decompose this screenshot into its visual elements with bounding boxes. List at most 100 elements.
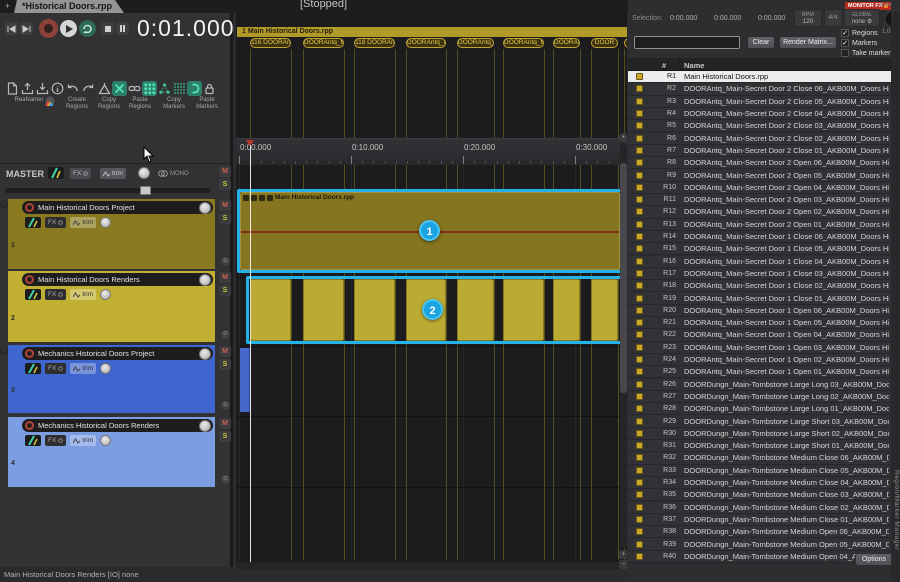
region-row-R1[interactable]: R1 Main Historical Doors.rpp: [628, 71, 891, 83]
region-row-R12[interactable]: R12 DOORAntq_Main-Secret Door 2 Open 02_…: [628, 206, 891, 218]
region-name[interactable]: DOORAntq_Main-Secret Door 1 Open 01_AKB0…: [684, 367, 889, 376]
selection-length[interactable]: 0:00.000: [758, 15, 785, 22]
region-row-R9[interactable]: R9 DOORAntq_Main-Secret Door 2 Open 05_A…: [628, 169, 891, 181]
record-arm-icon[interactable]: [25, 203, 34, 212]
checkbox-regions[interactable]: ✓Regions: [841, 29, 878, 37]
region-name[interactable]: DOORDungn_Main-Tombstone Medium Close 06…: [684, 453, 889, 462]
region-row-R22[interactable]: R22 DOORAntq_Main-Secret Door 1 Open 04_…: [628, 329, 891, 341]
region-name[interactable]: DOORAntq_Main-Secret Door 1 Open 04_AKB0…: [684, 330, 889, 339]
region-row-R3[interactable]: R3 DOORAntq_Main-Secret Door 2 Close 05_…: [628, 96, 891, 108]
region-color-swatch[interactable]: [636, 196, 643, 203]
region-row-R34[interactable]: R34 DOORDungn_Main-Tombstone Medium Clos…: [628, 477, 891, 489]
track-panel-1[interactable]: 1 Main Historical Doors Project FX trim: [8, 199, 215, 269]
region-name[interactable]: DOORAntq_Main-Secret Door 1 Open 02_AKB0…: [684, 355, 889, 364]
solo-button[interactable]: S: [219, 359, 231, 370]
region-color-swatch[interactable]: [636, 504, 643, 511]
track-pan-knob[interactable]: [100, 435, 111, 446]
region-row-R31[interactable]: R31 DOORDungn_Main-Tombstone Large Short…: [628, 440, 891, 452]
checkbox-markers[interactable]: ✓Markers: [841, 39, 877, 47]
track-fx-button[interactable]: FX: [45, 435, 66, 446]
region-name[interactable]: DOORDungn_Main-Tombstone Large Short 02_…: [684, 429, 889, 438]
region-color-swatch[interactable]: [636, 307, 643, 314]
region-row-R14[interactable]: R14 DOORAntq_Main-Secret Door 1 Close 06…: [628, 231, 891, 243]
zoom-in-button[interactable]: +: [619, 550, 627, 559]
region-color-swatch[interactable]: [636, 122, 643, 129]
region-row-R30[interactable]: R30 DOORDungn_Main-Tombstone Large Short…: [628, 428, 891, 440]
docker-tab-label[interactable]: Region/Marker Manager: [891, 440, 900, 580]
project-tab[interactable]: *Historical Doors.rpp: [14, 0, 124, 13]
region-color-swatch[interactable]: [636, 258, 643, 265]
master-solo-button[interactable]: S: [219, 179, 231, 190]
track-body[interactable]: Mechanics Historical Doors Project FX tr…: [20, 345, 215, 413]
master-mute-button[interactable]: M: [219, 166, 231, 177]
region-name[interactable]: DOORAntq_Main-Secret Door 1 Close 03_AKB…: [684, 269, 889, 278]
region-name[interactable]: DOORAntq_Main-Secret Door 2 Close 02_AKB…: [684, 134, 889, 143]
region-color-swatch[interactable]: [636, 344, 643, 351]
track-panel-4[interactable]: 4 Mechanics Historical Doors Renders FX …: [8, 417, 215, 487]
mute-button[interactable]: M: [219, 418, 231, 429]
region-row-R29[interactable]: R29 DOORDungn_Main-Tombstone Large Short…: [628, 415, 891, 427]
region-color-swatch[interactable]: [636, 184, 643, 191]
region-name[interactable]: DOORDungn_Main-Tombstone Medium Close 04…: [684, 478, 889, 487]
scroll-up-button[interactable]: •: [619, 133, 627, 142]
region-color-swatch[interactable]: [636, 356, 643, 363]
region-color-swatch[interactable]: [636, 319, 643, 326]
track-panel-2[interactable]: 2 Main Historical Doors Renders FX trim: [8, 271, 215, 342]
region-row-R2[interactable]: R2 DOORAntq_Main-Secret Door 2 Close 06_…: [628, 83, 891, 95]
region-name[interactable]: DOORAntq_Main-Secret Door 2 Close 05_AKB…: [684, 97, 889, 106]
new-tab-button[interactable]: +: [2, 0, 13, 13]
region-color-swatch[interactable]: [636, 85, 643, 92]
region-name[interactable]: DOORDungn_Main-Tombstone Large Long 02_A…: [684, 392, 889, 401]
region-row-R40[interactable]: R40 DOORDungn_Main-Tombstone Medium Open…: [628, 551, 891, 563]
track-volume-knob[interactable]: [199, 274, 211, 286]
solo-button[interactable]: S: [219, 285, 231, 296]
region-row-R27[interactable]: R27 DOORDungn_Main-Tombstone Large Long …: [628, 391, 891, 403]
track-volume-knob[interactable]: [199, 202, 211, 214]
bpm-box[interactable]: BPM 120: [794, 9, 822, 27]
region-name[interactable]: DOORAntq_Main-Secret Door 2 Open 01_AKB0…: [684, 220, 889, 229]
region-name[interactable]: DOORDungn_Main-Tombstone Medium Open 05_…: [684, 540, 889, 549]
track-trim-button[interactable]: trim: [70, 435, 96, 446]
track-fx-button[interactable]: FX: [45, 363, 66, 374]
region-name[interactable]: DOORDungn_Main-Tombstone Large Short 01_…: [684, 441, 889, 450]
region-color-swatch[interactable]: [636, 528, 643, 535]
region-color-swatch[interactable]: [636, 454, 643, 461]
region-name[interactable]: Main Historical Doors.rpp: [684, 72, 889, 81]
column-name[interactable]: Name: [684, 61, 704, 70]
region-color-swatch[interactable]: [636, 208, 643, 215]
region-row-R7[interactable]: R7 DOORAntq_Main-Secret Door 2 Close 01_…: [628, 145, 891, 157]
region-color-swatch[interactable]: [636, 159, 643, 166]
playhead-marker[interactable]: [246, 140, 254, 146]
region-row-R33[interactable]: R33 DOORDungn_Main-Tombstone Medium Clos…: [628, 465, 891, 477]
region-name[interactable]: DOORAntq_Main-Secret Door 1 Open 03_AKB0…: [684, 343, 889, 352]
fx-bypass-icon[interactable]: ⊘: [221, 257, 230, 266]
region-row-R35[interactable]: R35 DOORDungn_Main-Tombstone Medium Clos…: [628, 489, 891, 501]
region-color-swatch[interactable]: [636, 282, 643, 289]
render-matrix-button[interactable]: Render Matrix...: [779, 36, 837, 49]
region-name[interactable]: DOORDungn_Main-Tombstone Large Long 01_A…: [684, 404, 889, 413]
track-volume-knob[interactable]: [199, 420, 211, 432]
arrange-view[interactable]: 1 Main Historical Doors.rpp 116 DOORAntq…: [236, 13, 627, 569]
track-name[interactable]: Main Historical Doors Project: [38, 203, 195, 212]
region-name[interactable]: DOORAntq_Main-Secret Door 1 Close 04_AKB…: [684, 257, 889, 266]
region-color-swatch[interactable]: [636, 467, 643, 474]
region-row-R39[interactable]: R39 DOORDungn_Main-Tombstone Medium Open…: [628, 538, 891, 550]
region-row-R28[interactable]: R28 DOORDungn_Main-Tombstone Large Long …: [628, 403, 891, 415]
region-row-R15[interactable]: R15 DOORAntq_Main-Secret Door 1 Close 05…: [628, 243, 891, 255]
solo-button[interactable]: S: [219, 213, 231, 224]
region-name[interactable]: DOORAntq_Main-Secret Door 1 Open 06_AKB0…: [684, 306, 889, 315]
region-row-R36[interactable]: R36 DOORDungn_Main-Tombstone Medium Clos…: [628, 502, 891, 514]
region-color-swatch[interactable]: [636, 442, 643, 449]
track-name[interactable]: Mechanics Historical Doors Project: [38, 349, 195, 358]
region-color-swatch[interactable]: [636, 516, 643, 523]
region-name[interactable]: DOORAntq_Main-Secret Door 1 Close 02_AKB…: [684, 281, 889, 290]
fx-bypass-icon[interactable]: ⊘: [221, 330, 230, 339]
region-color-swatch[interactable]: [636, 73, 643, 80]
track-header[interactable]: Main Historical Doors Project: [22, 201, 213, 214]
rate-value[interactable]: 1.0: [882, 29, 890, 35]
track-pan-knob[interactable]: [100, 289, 111, 300]
track-route-icon[interactable]: [25, 435, 41, 446]
arrange-hscrollbar[interactable]: [236, 562, 619, 569]
region-row-R24[interactable]: R24 DOORAntq_Main-Secret Door 1 Open 02_…: [628, 354, 891, 366]
region-name[interactable]: DOORDungn_Main-Tombstone Medium Close 05…: [684, 466, 889, 475]
